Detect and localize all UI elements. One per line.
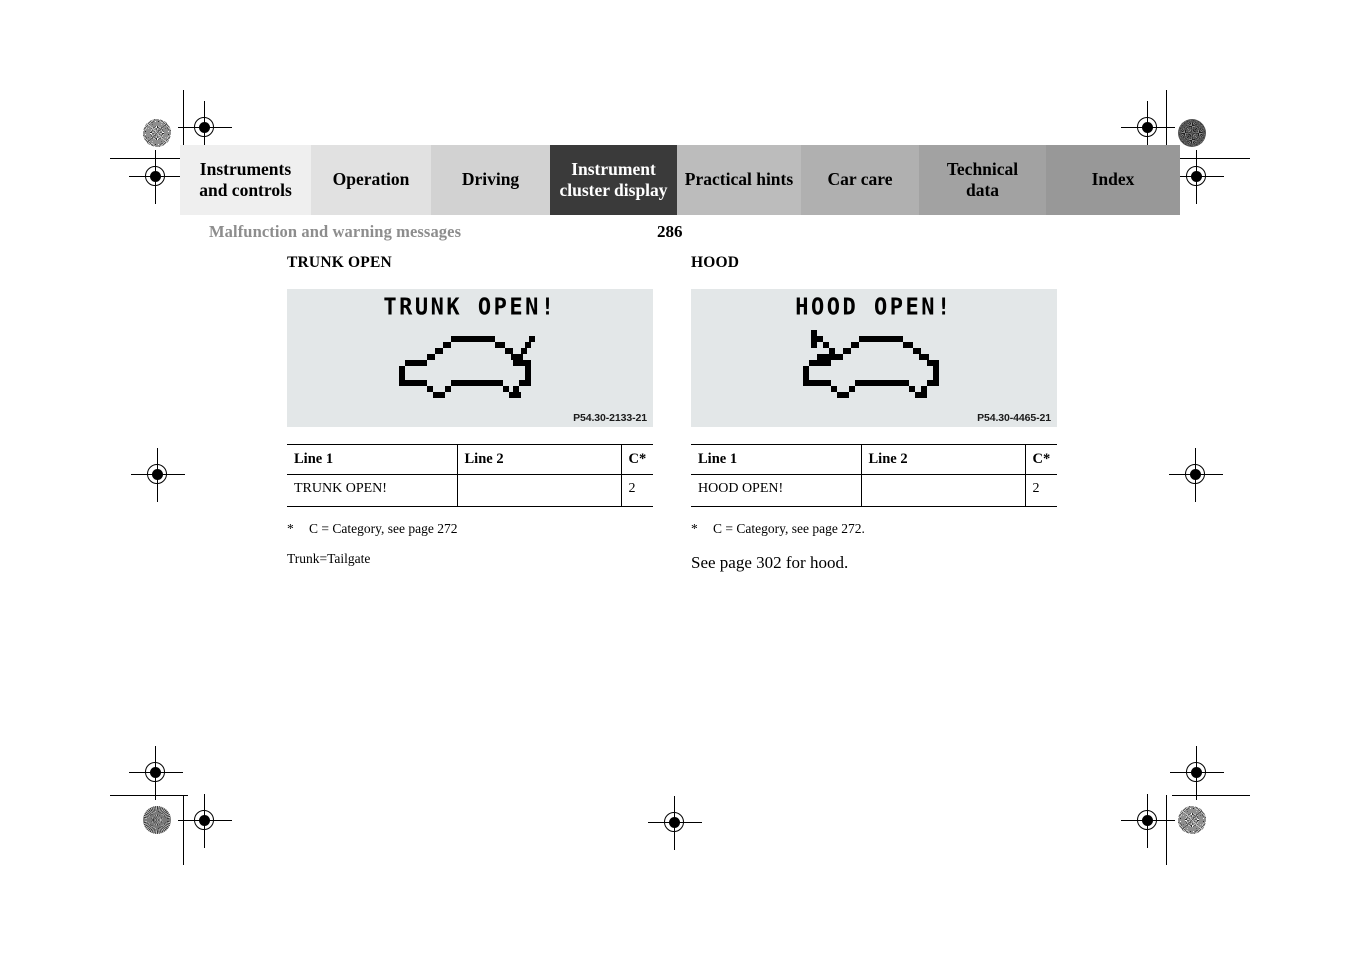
table-header-row: Line 1 Line 2 C*	[287, 444, 653, 475]
lcd-display-hood: HOOD OPEN!	[691, 294, 1057, 400]
tab-index[interactable]: Index	[1046, 145, 1180, 215]
figure-hood-open: HOOD OPEN! P54.30-4465-21	[691, 289, 1057, 427]
registration-cross-middle-right	[1169, 448, 1223, 502]
column-header-line1: Line 1	[287, 444, 457, 475]
registration-cross-bottom-left-lower	[178, 794, 232, 848]
cell-category: 2	[620, 474, 653, 507]
tab-technical-data[interactable]: Technical data	[919, 145, 1046, 215]
registration-cross-top-left-lower	[129, 150, 183, 204]
tab-instrument-cluster-display[interactable]: Instrument cluster display	[550, 145, 677, 215]
tab-driving[interactable]: Driving	[431, 145, 550, 215]
registration-cross-bottom-left-upper	[129, 746, 183, 800]
rosette-mark-bottom-left	[143, 806, 171, 834]
cell-line2	[456, 474, 621, 507]
tab-practical-hints[interactable]: Practical hints	[677, 145, 801, 215]
trim-line-bottom-right-horizontal	[1172, 795, 1250, 797]
cell-line2	[860, 474, 1025, 507]
column-header-category: C*	[620, 444, 653, 475]
trim-line-bottom-left-horizontal	[110, 795, 188, 797]
tab-operation[interactable]: Operation	[311, 145, 431, 215]
footnote-star: *	[691, 521, 698, 536]
cell-line1: HOOD OPEN!	[691, 474, 861, 507]
section-title-trunk-open: TRUNK OPEN	[287, 254, 392, 271]
column-header-line1: Line 1	[691, 444, 861, 475]
column-header-category: C*	[1024, 444, 1057, 475]
footnote-hood: * C = Category, see page 272.	[691, 521, 1057, 537]
message-table-hood: Line 1 Line 2 C* HOOD OPEN! 2	[691, 444, 1057, 507]
cell-category: 2	[1024, 474, 1057, 507]
running-head: Malfunction and warning messages	[209, 222, 462, 241]
page-number: 286	[657, 222, 683, 241]
table-row: TRUNK OPEN! 2	[287, 474, 653, 507]
footnote-text: C = Category, see page 272	[309, 521, 458, 536]
registration-cross-bottom-center	[648, 796, 702, 850]
lcd-display-trunk: TRUNK OPEN!	[287, 294, 653, 400]
figure-trunk-open: TRUNK OPEN! P54.30-2133-21	[287, 289, 653, 427]
figure-caption-trunk: P54.30-2133-21	[573, 412, 647, 424]
tab-instruments-and-controls[interactable]: Instruments and controls	[180, 145, 311, 215]
cell-line1: TRUNK OPEN!	[287, 474, 457, 507]
note-trunk-tailgate: Trunk=Tailgate	[287, 551, 371, 566]
footnote-trunk: * C = Category, see page 272	[287, 521, 653, 537]
column-trunk-open: TRUNK OPEN TRUNK OPEN! P54.30-2133-21 Li…	[287, 254, 653, 567]
car-hood-open-icon	[803, 330, 939, 398]
note-see-page-for-hood: See page 302 for hood.	[691, 553, 849, 572]
lcd-message-trunk: TRUNK OPEN!	[383, 294, 557, 321]
registration-cross-bottom-right-lower	[1121, 794, 1175, 848]
registration-cross-bottom-right-upper	[1170, 746, 1224, 800]
column-header-line2: Line 2	[860, 444, 1025, 475]
table-row: HOOD OPEN! 2	[691, 474, 1057, 507]
footnote-text: C = Category, see page 272.	[713, 521, 865, 536]
registration-cross-middle-left	[131, 448, 185, 502]
table-header-row: Line 1 Line 2 C*	[691, 444, 1057, 475]
figure-caption-hood: P54.30-4465-21	[977, 412, 1051, 424]
tab-car-care[interactable]: Car care	[801, 145, 919, 215]
section-title-hood: HOOD	[691, 254, 740, 271]
rosette-mark-top-left	[143, 119, 171, 147]
column-header-line2: Line 2	[456, 444, 621, 475]
message-table-trunk: Line 1 Line 2 C* TRUNK OPEN! 2	[287, 444, 653, 507]
rosette-mark-bottom-right	[1178, 806, 1206, 834]
car-trunk-open-icon	[399, 336, 535, 398]
rosette-mark-top-right	[1178, 119, 1206, 147]
footnote-star: *	[287, 521, 294, 536]
column-hood: HOOD HOOD OPEN! P54.30-4465-21 Line 1 Li…	[691, 254, 1057, 573]
section-tab-bar: Instruments and controls Operation Driving…	[180, 145, 1180, 215]
lcd-message-hood: HOOD OPEN!	[795, 294, 953, 321]
